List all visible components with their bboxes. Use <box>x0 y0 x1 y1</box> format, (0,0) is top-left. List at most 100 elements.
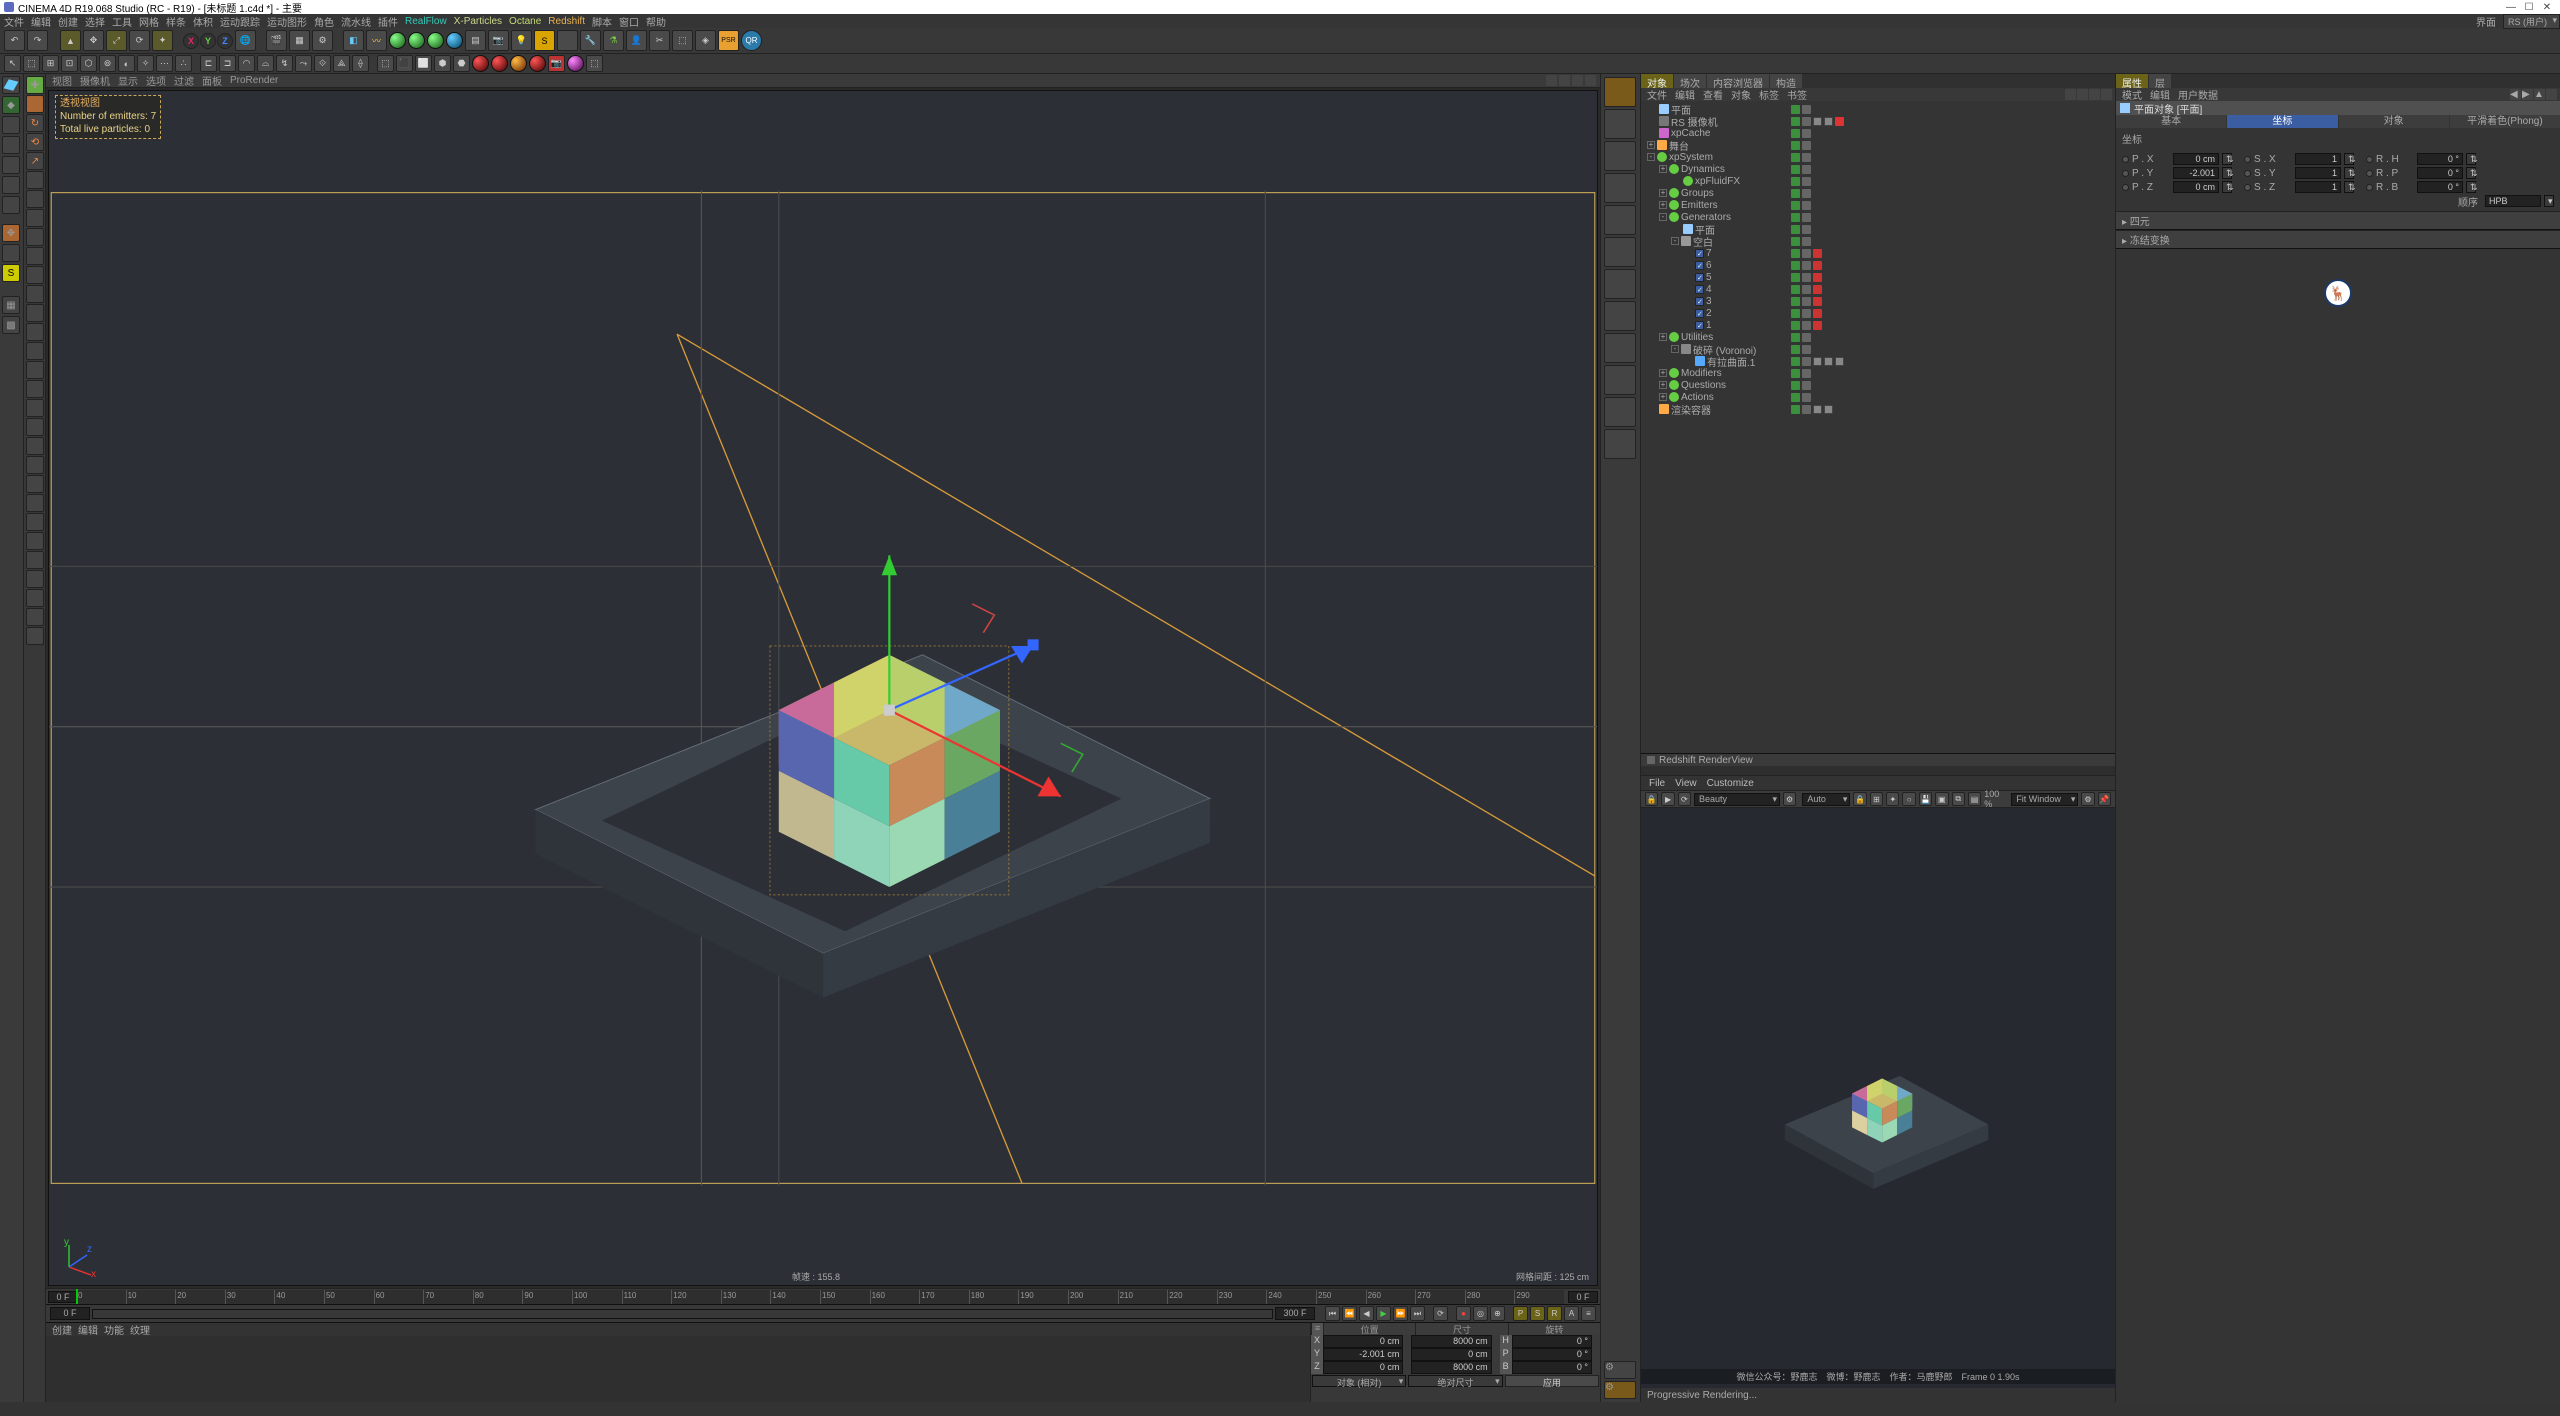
tree-2[interactable]: 2 <box>1641 307 2115 319</box>
subtab-平滑着色(Phong)[interactable]: 平滑着色(Phong) <box>2450 115 2560 128</box>
select-tool[interactable]: ▲ <box>60 30 81 51</box>
attr-order[interactable]: HPB <box>2485 195 2541 207</box>
rv-08[interactable] <box>1604 301 1636 331</box>
rv-11[interactable] <box>1604 397 1636 427</box>
tree-有拉曲面.1[interactable]: 有拉曲面.1 <box>1641 355 2115 367</box>
nav-fwd-icon[interactable]: ▶ <box>2522 89 2533 100</box>
grid2-icon[interactable]: ▩ <box>2 316 20 334</box>
rvmenu-View[interactable]: View <box>1675 778 1697 789</box>
lt-18[interactable] <box>26 399 44 417</box>
lt-01[interactable]: ✚ <box>26 76 44 94</box>
tree-7[interactable]: 7 <box>1641 247 2115 259</box>
goto-start[interactable]: ⏮ <box>1325 1306 1340 1321</box>
playhead[interactable] <box>76 1289 78 1304</box>
grid-icon[interactable]: ▦ <box>2 296 20 314</box>
vmenu-过滤[interactable]: 过滤 <box>174 73 194 88</box>
menu-脚本[interactable]: 脚本 <box>592 14 612 29</box>
tool-psr[interactable]: PSR <box>718 30 739 51</box>
rv-gear-icon[interactable]: ⚙ <box>1783 792 1796 806</box>
menu-体积[interactable]: 体积 <box>193 14 213 29</box>
rv-10[interactable] <box>1604 365 1636 395</box>
attr-sz[interactable]: 1 <box>2295 181 2341 193</box>
tree-xpSystem[interactable]: -xpSystem <box>1641 151 2115 163</box>
coord-X-r[interactable]: 0 ° <box>1512 1335 1592 1348</box>
rv-region-select[interactable]: Auto <box>1802 793 1850 806</box>
subtab-对象[interactable]: 对象 <box>2339 115 2449 128</box>
t2-19[interactable]: ⟠ <box>352 55 369 72</box>
vmenu-选项[interactable]: 选项 <box>146 73 166 88</box>
t2-18[interactable]: ⟁ <box>333 55 350 72</box>
rv-snap-icon[interactable]: ▣ <box>1935 792 1948 806</box>
render-settings[interactable]: ⚙ <box>312 30 333 51</box>
objtab-对象[interactable]: 对象 <box>1641 74 1673 88</box>
rv-01[interactable] <box>1604 77 1636 107</box>
menu-窗口[interactable]: 窗口 <box>619 14 639 29</box>
layout-select[interactable]: RS (用户) <box>2503 14 2560 29</box>
menu-样条[interactable]: 样条 <box>166 14 186 29</box>
rv-06[interactable] <box>1604 237 1636 267</box>
menu-创建[interactable]: 创建 <box>58 14 78 29</box>
rv-play-icon[interactable]: ▶ <box>1661 792 1674 806</box>
key-a[interactable]: A <box>1564 1306 1579 1321</box>
menu-网格[interactable]: 网格 <box>139 14 159 29</box>
goto-end[interactable]: ⏭ <box>1410 1306 1425 1321</box>
lt-09[interactable] <box>26 228 44 246</box>
tree-5[interactable]: 5 <box>1641 271 2115 283</box>
objtab-场次[interactable]: 场次 <box>1674 74 1706 88</box>
coord-Y-p[interactable]: -2.001 cm <box>1323 1348 1403 1361</box>
rv-03[interactable] <box>1604 141 1636 171</box>
attr-acc-quaternion[interactable]: 四元 <box>2116 211 2560 230</box>
tree-渲染容器[interactable]: 渲染容器 <box>1641 403 2115 415</box>
objmenu-编辑[interactable]: 编辑 <box>1675 87 1695 102</box>
menu-X-Particles[interactable]: X-Particles <box>454 16 502 27</box>
snap-s[interactable]: S <box>2 264 20 282</box>
rvmenu-Customize[interactable]: Customize <box>1707 778 1754 789</box>
mat-功能[interactable]: 功能 <box>104 1322 124 1337</box>
lt-29[interactable] <box>26 608 44 626</box>
rv-refresh-icon[interactable]: ⟳ <box>1678 792 1691 806</box>
attrtab-层[interactable]: 层 <box>2149 74 2171 88</box>
menu-运动跟踪[interactable]: 运动跟踪 <box>220 14 260 29</box>
t2-11[interactable]: ⊏ <box>200 55 217 72</box>
tool-qr[interactable]: QR <box>741 30 762 51</box>
key-opt[interactable]: ≡ <box>1581 1306 1596 1321</box>
subtab-基本[interactable]: 基本 <box>2116 115 2226 128</box>
t2-l4[interactable] <box>529 55 546 72</box>
t2-16[interactable]: ⤳ <box>295 55 312 72</box>
nav-back-icon[interactable]: ◀ <box>2510 89 2521 100</box>
menu-运动图形[interactable]: 运动图形 <box>267 14 307 29</box>
t2-06[interactable]: ⊚ <box>99 55 116 72</box>
redo-button[interactable]: ↷ <box>27 30 48 51</box>
objmenu-书签[interactable]: 书签 <box>1787 87 1807 102</box>
rv-circle-icon[interactable]: ○ <box>1902 792 1915 806</box>
tree-舞台[interactable]: +舞台 <box>1641 139 2115 151</box>
range-start[interactable]: 0 F <box>50 1307 90 1320</box>
add-generator[interactable] <box>389 32 406 49</box>
menu-角色[interactable]: 角色 <box>314 14 334 29</box>
t2-03[interactable]: ⊞ <box>42 55 59 72</box>
lt-03[interactable]: ↻ <box>26 114 44 132</box>
autokey[interactable]: ◎ <box>1473 1306 1488 1321</box>
vmenu-视图[interactable]: 视图 <box>52 73 72 88</box>
subtab-坐标[interactable]: 坐标 <box>2227 115 2337 128</box>
lt-06[interactable] <box>26 171 44 189</box>
objtab-内容浏览器[interactable]: 内容浏览器 <box>1707 74 1769 88</box>
make-editable[interactable] <box>2 76 20 94</box>
rv-aov-select[interactable]: Beauty <box>1694 793 1780 806</box>
tool-6[interactable]: ⬚ <box>672 30 693 51</box>
tree-空白[interactable]: -空白 <box>1641 235 2115 247</box>
tree-Actions[interactable]: +Actions <box>1641 391 2115 403</box>
t2-23[interactable]: ⬢ <box>434 55 451 72</box>
coord-system[interactable]: 🌐 <box>235 30 256 51</box>
coord-size-select[interactable]: 绝对尺寸 <box>1408 1375 1502 1387</box>
t2-l5[interactable] <box>567 55 584 72</box>
lt-28[interactable] <box>26 589 44 607</box>
attrtab-属性[interactable]: 属性 <box>2116 74 2148 88</box>
rv-fit-select[interactable]: Fit Window <box>2011 793 2078 806</box>
mat-编辑[interactable]: 编辑 <box>78 1322 98 1337</box>
rv-07[interactable] <box>1604 269 1636 299</box>
coord-Y-s[interactable]: 0 cm <box>1411 1348 1491 1361</box>
tree-6[interactable]: 6 <box>1641 259 2115 271</box>
objmenu-查看[interactable]: 查看 <box>1703 87 1723 102</box>
nav-up-icon[interactable]: ▲ <box>2534 89 2545 100</box>
